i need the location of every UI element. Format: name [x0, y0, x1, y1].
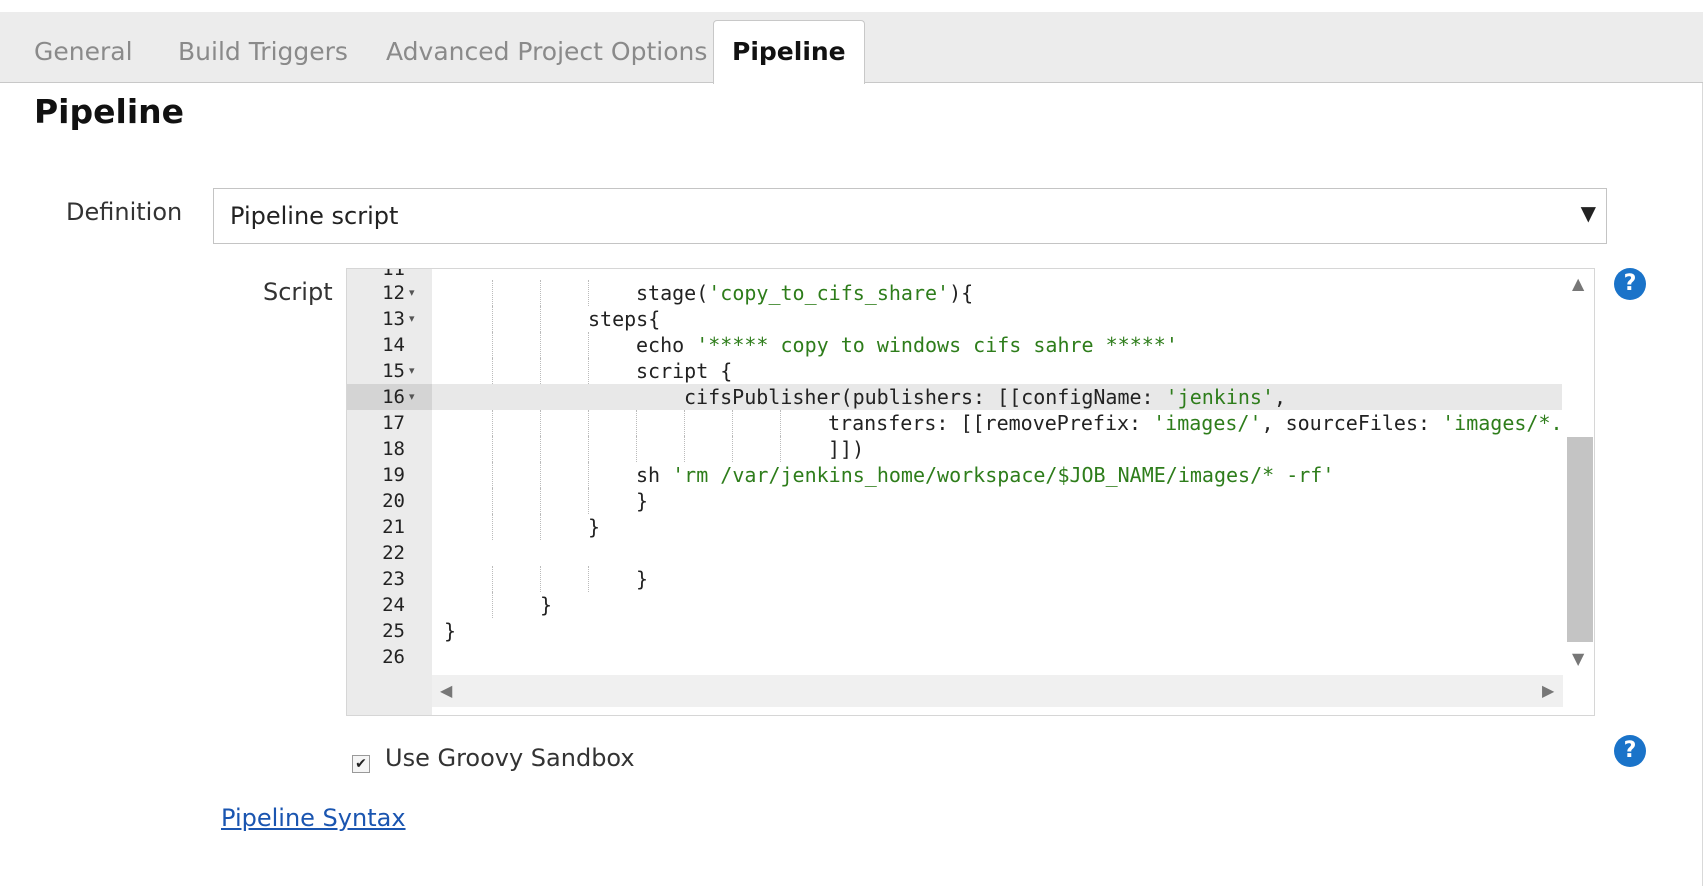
- indent-guide: [540, 410, 541, 436]
- scroll-right-icon[interactable]: ▶: [1542, 681, 1554, 700]
- line-number: 24: [382, 594, 405, 616]
- groovy-sandbox-label[interactable]: Use Groovy Sandbox: [385, 744, 635, 772]
- line-number: 12: [382, 282, 405, 304]
- dropdown-arrow-icon: ▼: [1580, 201, 1596, 225]
- section-title: Pipeline: [34, 92, 184, 131]
- indent-guide: [492, 280, 493, 306]
- code-line: ]]): [828, 437, 865, 461]
- indent-guide: [780, 410, 781, 436]
- indent-guide: [588, 358, 589, 384]
- indent-guide: [492, 462, 493, 488]
- indent-guide: [492, 358, 493, 384]
- fold-toggle-icon[interactable]: ▾: [409, 280, 415, 306]
- indent-guide: [780, 436, 781, 462]
- indent-guide: [732, 436, 733, 462]
- vertical-scrollbar[interactable]: ▲ ▼: [1563, 269, 1594, 675]
- code-line: }: [636, 567, 649, 591]
- panel-border: [1702, 83, 1703, 886]
- sandbox-help-icon[interactable]: ?: [1614, 735, 1646, 767]
- indent-guide: [540, 488, 541, 514]
- indent-guide: [492, 488, 493, 514]
- script-label: Script: [263, 278, 333, 306]
- script-editor[interactable]: 11 12 ▾ 13 ▾ 14 15 ▾ 16 ▾ 17 18 19 20 21 22 23 24 25 26 st…: [346, 268, 1595, 716]
- line-number: 17: [382, 412, 405, 434]
- indent-guide: [540, 306, 541, 332]
- indent-guide: [492, 514, 493, 540]
- groovy-sandbox-checkbox[interactable]: ✔: [352, 755, 370, 773]
- script-help-icon[interactable]: ?: [1614, 268, 1646, 300]
- indent-guide: [540, 514, 541, 540]
- indent-guide: [732, 410, 733, 436]
- indent-guide: [540, 358, 541, 384]
- indent-guide: [636, 436, 637, 462]
- line-number: 25: [382, 620, 405, 642]
- line-number: 18: [382, 438, 405, 460]
- indent-guide: [492, 436, 493, 462]
- indent-guide: [492, 592, 493, 618]
- indent-guide: [540, 436, 541, 462]
- code-area[interactable]: stage('copy_to_cifs_share'){steps{echo '…: [432, 269, 1562, 675]
- code-line: stage('copy_to_cifs_share'){: [636, 281, 974, 305]
- tab-build-triggers[interactable]: Build Triggers: [178, 12, 348, 83]
- code-line: }: [588, 515, 601, 539]
- line-number: 14: [382, 334, 405, 356]
- pipeline-syntax-link[interactable]: Pipeline Syntax: [221, 804, 406, 832]
- indent-guide: [588, 332, 589, 358]
- indent-guide: [588, 436, 589, 462]
- line-number: 20: [382, 490, 405, 512]
- code-line: echo '***** copy to windows cifs sahre *…: [636, 333, 1178, 357]
- scroll-up-icon[interactable]: ▲: [1572, 274, 1584, 293]
- line-number: 21: [382, 516, 405, 538]
- indent-guide: [492, 566, 493, 592]
- indent-guide: [540, 280, 541, 306]
- line-number: 23: [382, 568, 405, 590]
- code-line: script {: [636, 359, 733, 383]
- indent-guide: [636, 410, 637, 436]
- line-number: 13: [382, 308, 405, 330]
- line-number: 16: [382, 386, 405, 408]
- line-number: 19: [382, 464, 405, 486]
- code-line: sh 'rm /var/jenkins_home/workspace/$JOB_…: [636, 463, 1335, 487]
- indent-guide: [492, 332, 493, 358]
- indent-guide: [588, 280, 589, 306]
- indent-guide: [540, 566, 541, 592]
- code-line: }: [540, 593, 553, 617]
- definition-label: Definition: [66, 198, 183, 226]
- indent-guide: [684, 436, 685, 462]
- code-line: transfers: [[removePrefix: 'images/', so…: [828, 411, 1562, 435]
- indent-guide: [540, 332, 541, 358]
- tab-advanced-project-options[interactable]: Advanced Project Options: [386, 12, 707, 83]
- indent-guide: [492, 306, 493, 332]
- fold-toggle-icon[interactable]: ▾: [409, 384, 415, 410]
- fold-toggle-icon[interactable]: ▾: [409, 358, 415, 384]
- indent-guide: [588, 410, 589, 436]
- horizontal-scrollbar[interactable]: ◀ ▶: [432, 675, 1563, 707]
- line-number: 22: [382, 542, 405, 564]
- indent-guide: [684, 410, 685, 436]
- code-line: steps{: [588, 307, 661, 331]
- code-line: cifsPublisher(publishers: [[configName: …: [684, 385, 1287, 409]
- fold-toggle-icon[interactable]: ▾: [409, 306, 415, 332]
- scroll-left-icon[interactable]: ◀: [440, 681, 452, 700]
- top-spacer: [0, 0, 1706, 12]
- scrollbar-thumb[interactable]: [1567, 437, 1593, 642]
- code-line: }: [444, 619, 457, 643]
- code-line: }: [636, 489, 649, 513]
- tab-pipeline[interactable]: Pipeline: [713, 20, 865, 84]
- indent-guide: [492, 410, 493, 436]
- indent-guide: [588, 488, 589, 514]
- scroll-down-icon[interactable]: ▼: [1572, 649, 1584, 668]
- tab-bar: General Build Triggers Advanced Project …: [0, 12, 1703, 84]
- tab-general[interactable]: General: [34, 12, 133, 83]
- line-number: 15: [382, 360, 405, 382]
- definition-select[interactable]: Pipeline script ▼: [213, 188, 1607, 244]
- indent-guide: [588, 566, 589, 592]
- definition-selected-value: Pipeline script: [230, 202, 399, 230]
- indent-guide: [540, 462, 541, 488]
- line-number: 26: [382, 646, 405, 668]
- indent-guide: [588, 462, 589, 488]
